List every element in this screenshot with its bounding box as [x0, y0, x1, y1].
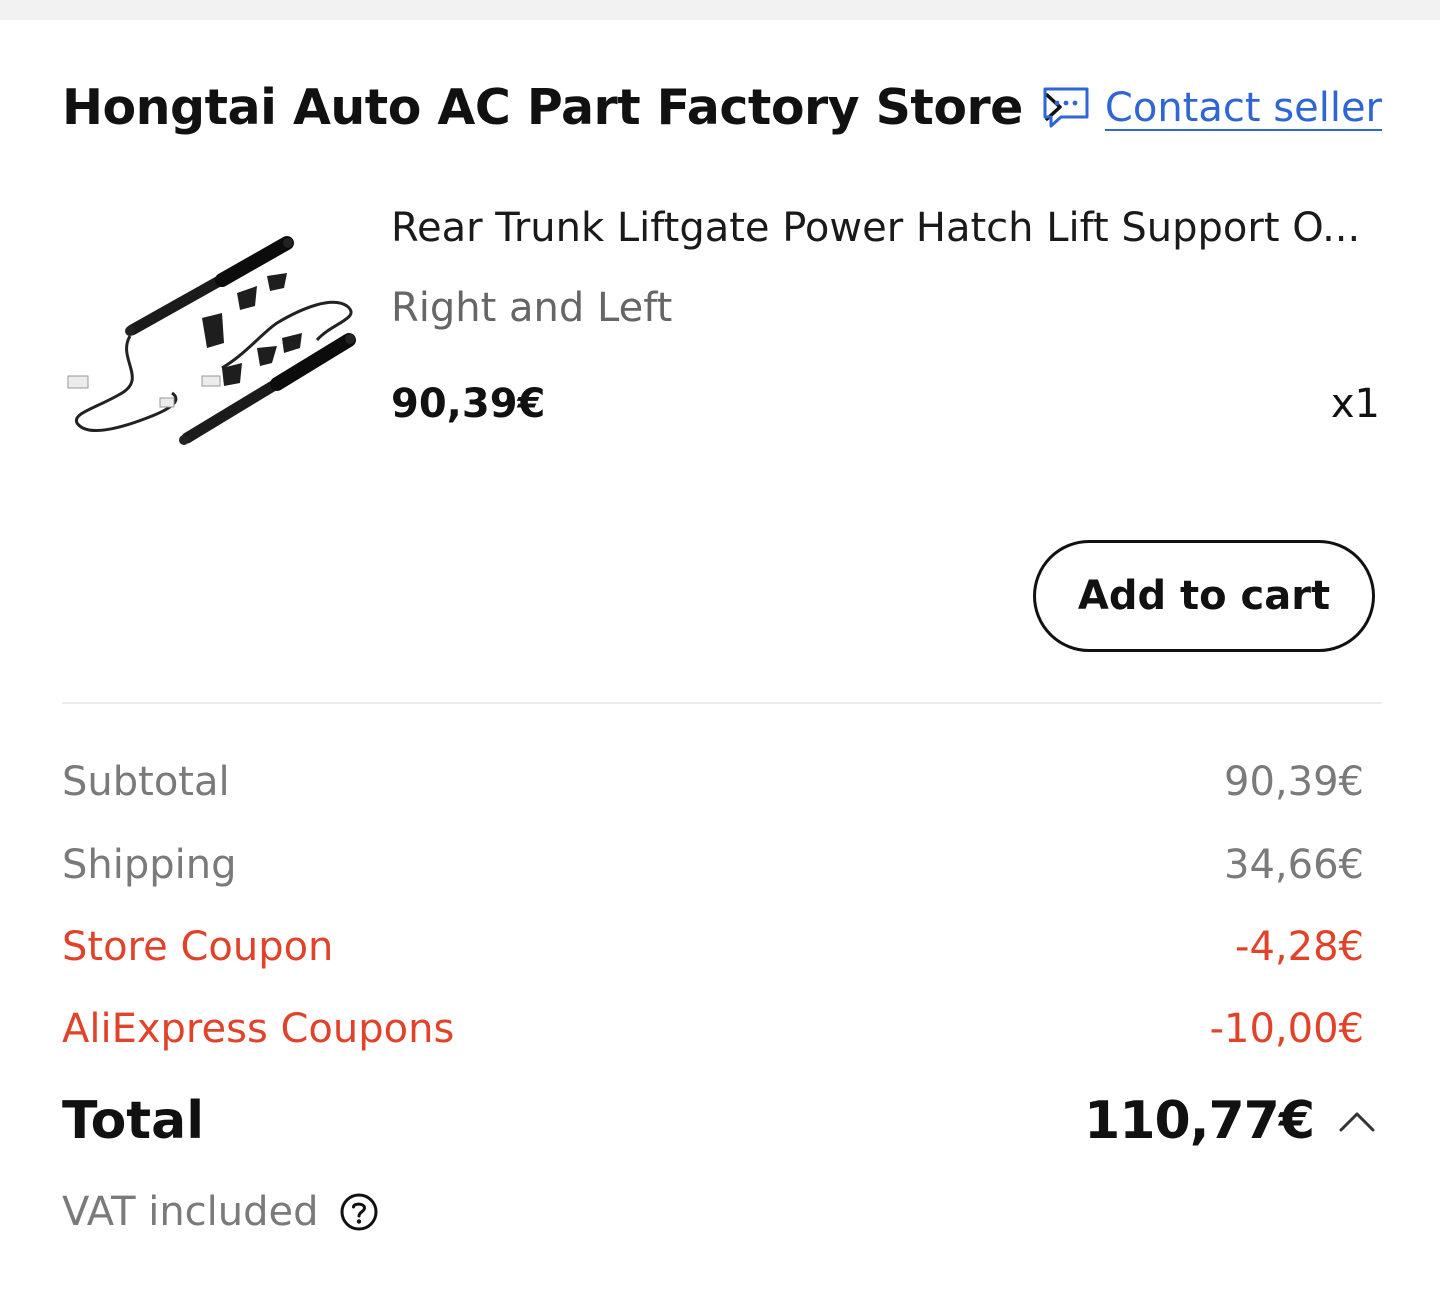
add-to-cart-button[interactable]: Add to cart: [1033, 540, 1375, 652]
shipping-row: Shipping 34,66€: [62, 835, 1364, 895]
vat-row: VAT included: [62, 1182, 379, 1242]
shipping-value: 34,66€: [1224, 842, 1364, 888]
total-right: 110,77€: [1084, 1091, 1378, 1151]
total-value: 110,77€: [1084, 1091, 1315, 1151]
contact-seller-link[interactable]: Contact seller: [1041, 78, 1382, 138]
total-row: Total 110,77€: [62, 1086, 1378, 1156]
total-label: Total: [62, 1091, 205, 1151]
vat-label: VAT included: [62, 1189, 319, 1235]
store-coupon-label: Store Coupon: [62, 924, 334, 970]
chat-bubble-icon: [1041, 85, 1091, 131]
product-image[interactable]: [62, 188, 362, 493]
product-quantity: x1: [1330, 381, 1380, 427]
shipping-label: Shipping: [62, 842, 237, 888]
product-title[interactable]: Rear Trunk Liftgate Power Hatch Lift Sup…: [391, 198, 1381, 258]
top-strip: [0, 0, 1440, 20]
store-name: Hongtai Auto AC Part Factory Store: [62, 78, 1023, 136]
aliexpress-coupons-value: -10,00€: [1209, 1006, 1364, 1052]
question-circle-icon[interactable]: [339, 1192, 379, 1232]
product-price: 90,39€: [391, 381, 546, 427]
divider: [62, 702, 1382, 704]
subtotal-label: Subtotal: [62, 759, 230, 805]
aliexpress-coupons-row: AliExpress Coupons -10,00€: [62, 999, 1364, 1059]
store-coupon-row: Store Coupon -4,28€: [62, 917, 1364, 977]
subtotal-row: Subtotal 90,39€: [62, 752, 1364, 812]
chevron-up-icon[interactable]: [1336, 1106, 1378, 1136]
store-header: Hongtai Auto AC Part Factory Store Conta…: [62, 70, 1382, 144]
store-link[interactable]: Hongtai Auto AC Part Factory Store: [62, 70, 1067, 144]
subtotal-value: 90,39€: [1224, 759, 1364, 805]
contact-seller-label: Contact seller: [1104, 85, 1382, 131]
product-variant: Right and Left: [391, 285, 673, 331]
store-coupon-value: -4,28€: [1235, 924, 1364, 970]
aliexpress-coupons-label: AliExpress Coupons: [62, 1006, 455, 1052]
